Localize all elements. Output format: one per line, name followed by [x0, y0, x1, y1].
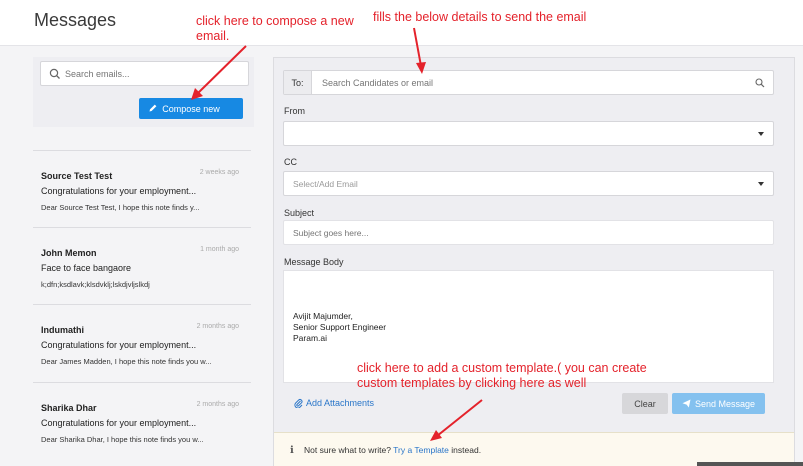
add-attachments-label: Add Attachments [306, 398, 375, 408]
subject-label: Subject [284, 208, 315, 218]
search-icon [49, 68, 60, 79]
mail-sender: Indumathi [41, 325, 84, 335]
tip-suffix: instead. [451, 445, 482, 455]
list-item[interactable]: Source Test Test 2 weeks ago Congratulat… [33, 150, 251, 227]
tip-prefix: Not sure what to write? [304, 445, 391, 455]
email-search-box[interactable] [40, 61, 249, 86]
mail-snippet: Dear James Madden, I hope this note find… [41, 357, 212, 366]
paperclip-icon [294, 399, 303, 408]
clear-button[interactable]: Clear [622, 393, 668, 414]
mail-subject: Face to face bangaore [41, 263, 132, 273]
cc-select[interactable]: Select/Add Email [283, 171, 774, 196]
mail-time: 2 months ago [196, 401, 239, 408]
template-tip-bar: ℹ Not sure what to write? Try a Template… [274, 432, 794, 466]
chevron-down-icon [758, 182, 764, 186]
pencil-icon [149, 104, 157, 112]
list-item[interactable]: Indumathi 2 months ago Congratulations f… [33, 304, 251, 381]
mail-snippet: Dear Sharika Dhar, I hope this note find… [41, 435, 204, 444]
cc-placeholder: Select/Add Email [293, 179, 358, 189]
cc-label: CC [284, 157, 297, 167]
from-label: From [284, 106, 305, 116]
send-message-label: Send Message [694, 398, 756, 409]
paper-plane-icon [682, 399, 691, 408]
mail-subject: Congratulations for your employment... [41, 186, 197, 196]
mail-sender: Sharika Dhar [41, 403, 97, 413]
mail-snippet: k;dfn;ksdlavk;klsdvklj;lskdjvljslkdj [41, 280, 150, 289]
mail-subject: Congratulations for your employment... [41, 340, 197, 350]
signature-line: Senior Support Engineer [293, 322, 387, 332]
mail-time: 1 month ago [200, 246, 239, 253]
list-item[interactable]: John Memon 1 month ago Face to face bang… [33, 227, 251, 304]
subject-field[interactable] [283, 220, 774, 245]
annotation-compose: click here to compose a new email. [196, 14, 354, 43]
mail-snippet: Dear Source Test Test, I hope this note … [41, 203, 200, 212]
try-template-link[interactable]: Try a Template [393, 445, 449, 455]
signature-line: Avijit Majumder, [293, 311, 353, 321]
scroll-indicator [697, 462, 803, 466]
search-icon [755, 78, 765, 88]
mail-time: 2 months ago [196, 323, 239, 330]
mail-sender: Source Test Test [41, 171, 113, 181]
from-select[interactable] [283, 121, 774, 146]
tip-text: Not sure what to write? Try a Template i… [304, 445, 481, 455]
to-label: To: [284, 71, 312, 94]
compose-new-label: Compose new [162, 103, 220, 114]
signature: Avijit Majumder, Senior Support Engineer… [293, 311, 386, 344]
list-item[interactable]: Sharika Dhar 2 months ago Congratulation… [33, 382, 251, 459]
send-message-button[interactable]: Send Message [672, 393, 765, 414]
search-input[interactable] [65, 65, 243, 82]
to-field[interactable]: To: [283, 70, 774, 95]
subject-input[interactable] [293, 226, 753, 240]
mail-subject: Congratulations for your employment... [41, 418, 197, 428]
mail-sender: John Memon [41, 248, 97, 258]
to-input[interactable] [322, 76, 742, 90]
chevron-down-icon [758, 132, 764, 136]
info-icon: ℹ [290, 445, 294, 456]
annotation-template: click here to add a custom template.( yo… [357, 361, 647, 390]
message-body-label: Message Body [284, 257, 344, 267]
annotation-details: fills the below details to send the emai… [373, 10, 587, 24]
compose-new-button[interactable]: Compose new [139, 98, 243, 119]
page-title: Messages [34, 10, 117, 30]
signature-line: Param.ai [293, 333, 328, 343]
add-attachments-link[interactable]: Add Attachments [294, 398, 374, 408]
mail-time: 2 weeks ago [199, 169, 239, 176]
